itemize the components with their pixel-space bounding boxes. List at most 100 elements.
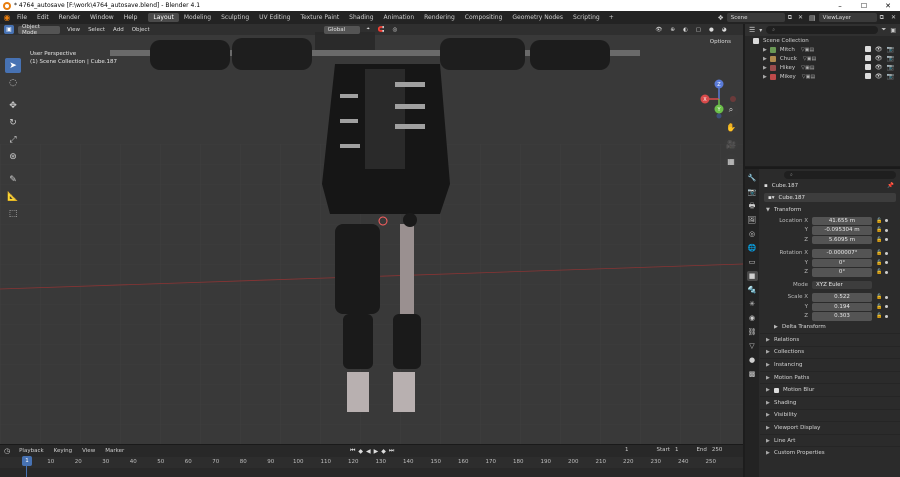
tab-shading[interactable]: Shading xyxy=(344,13,378,22)
tool-tab-icon[interactable]: 🔧 xyxy=(747,173,758,183)
panel-header-visibility[interactable]: ▶ Visibility xyxy=(760,408,900,422)
menu-help[interactable]: Help xyxy=(119,14,143,21)
tab-uv-editing[interactable]: UV Editing xyxy=(254,13,295,22)
rotate-tool-icon[interactable]: ↻ xyxy=(5,115,21,130)
lock-icon[interactable]: 🔓 xyxy=(876,294,882,300)
lock-icon[interactable]: 🔓 xyxy=(876,237,882,243)
maximize-button[interactable]: ☐ xyxy=(852,2,876,10)
panel-header-relations[interactable]: ▶ Relations xyxy=(760,333,900,346)
prev-key-icon[interactable]: ◆ xyxy=(358,448,363,455)
texture-tab-icon[interactable]: ▩ xyxy=(747,369,758,379)
timeline-menu-keying[interactable]: Keying xyxy=(49,448,77,454)
panel-header-line-art[interactable]: ▶ Line Art xyxy=(760,433,900,447)
minimize-button[interactable]: – xyxy=(828,2,852,10)
world-tab-icon[interactable]: 🌐 xyxy=(747,243,758,253)
playhead[interactable]: 1 xyxy=(22,456,32,466)
outliner-editor-icon[interactable]: ☰ xyxy=(749,26,755,34)
eye-icon[interactable]: 👁 xyxy=(875,73,883,80)
end-field[interactable]: 250 xyxy=(712,447,723,453)
lock-icon[interactable]: 🔓 xyxy=(876,250,882,256)
move-tool-icon[interactable]: ✥ xyxy=(5,98,21,113)
view-layer-remove-icon[interactable]: ✕ xyxy=(891,14,896,21)
tab-rendering[interactable]: Rendering xyxy=(419,13,460,22)
data-tab-icon[interactable]: ▽ xyxy=(747,341,758,351)
options-button[interactable]: Options xyxy=(710,39,731,45)
scale-y-field[interactable]: 0.194 xyxy=(812,302,872,311)
new-collection-icon[interactable]: ▣ xyxy=(890,27,896,34)
tab-texture-paint[interactable]: Texture Paint xyxy=(295,13,344,22)
zoom-view-icon[interactable]: ⌕ xyxy=(724,103,738,117)
keyframe-dot[interactable] xyxy=(885,305,889,309)
scene-collection-row[interactable]: Scene Collection xyxy=(745,36,900,45)
exclude-checkbox[interactable] xyxy=(864,55,871,61)
transform-panel-header[interactable]: ▼ Transform xyxy=(760,204,900,216)
delta-transform-header[interactable]: ▶ Delta Transform xyxy=(760,321,900,333)
add-cube-tool-icon[interactable]: ⬚ xyxy=(5,206,21,221)
render-tab-icon[interactable]: 📷 xyxy=(747,187,758,197)
orientation-dropdown[interactable]: Global xyxy=(323,25,360,34)
rotation-mode-dropdown[interactable]: XYZ Euler xyxy=(812,280,872,289)
expand-arrow-icon[interactable]: ▶ xyxy=(763,56,767,62)
physics-tab-icon[interactable]: ◉ xyxy=(747,313,758,323)
display-mode-icon[interactable]: ▾ xyxy=(759,27,762,34)
expand-arrow-icon[interactable]: ▶ xyxy=(763,65,767,71)
snap-icon[interactable]: 🧲 xyxy=(374,27,389,33)
properties-search-input[interactable]: ⌕ xyxy=(784,170,896,179)
collection-tab-icon[interactable]: ▭ xyxy=(747,257,758,267)
location-x-field[interactable]: 41.655 m xyxy=(812,216,872,225)
viewport-menu-view[interactable]: View xyxy=(63,27,84,33)
visibility-icon[interactable]: 👁 xyxy=(651,27,666,33)
menu-edit[interactable]: Edit xyxy=(32,14,54,21)
motion-blur-checkbox[interactable] xyxy=(774,387,779,393)
current-frame-field[interactable]: 1 xyxy=(625,447,629,453)
keyframe-dot[interactable] xyxy=(885,295,889,299)
select-tool-icon[interactable]: ➤ xyxy=(5,58,21,73)
eye-icon[interactable]: 👁 xyxy=(875,55,883,62)
jump-start-icon[interactable]: ⏮ xyxy=(350,447,355,455)
scale-tool-icon[interactable]: ⤢ xyxy=(5,132,21,147)
tab-layout[interactable]: Layout xyxy=(148,13,179,22)
view-layer-tab-icon[interactable]: 🖼 xyxy=(747,215,758,225)
tab-scripting[interactable]: Scripting xyxy=(568,13,605,22)
keyframe-dot[interactable] xyxy=(885,251,889,255)
jump-end-icon[interactable]: ⏭ xyxy=(389,447,394,455)
pin-icon[interactable]: 📌 xyxy=(887,183,894,189)
lock-icon[interactable]: 🔓 xyxy=(876,260,882,266)
measure-tool-icon[interactable]: 📐 xyxy=(5,189,21,204)
timeline-menu-view[interactable]: View xyxy=(77,448,100,454)
timeline-menu-playback[interactable]: Playback xyxy=(14,448,49,454)
select-box-icon[interactable]: ▣ xyxy=(4,25,14,34)
menu-render[interactable]: Render xyxy=(54,14,85,21)
keyframe-dot[interactable] xyxy=(885,314,889,318)
pivot-icon[interactable]: ⌖ xyxy=(363,26,374,33)
rotation-y-field[interactable]: 0° xyxy=(812,258,872,267)
scene-browse-icon[interactable]: ⧉ xyxy=(788,14,792,22)
location-y-field[interactable]: -0.095304 m xyxy=(812,226,872,235)
editor-type-icon[interactable]: ◷ xyxy=(4,447,10,455)
rotation-x-field[interactable]: -0.000007° xyxy=(812,249,872,258)
transform-tool-icon[interactable]: ⊛ xyxy=(5,149,21,164)
viewport-menu-add[interactable]: Add xyxy=(109,27,128,33)
start-field[interactable]: 1 xyxy=(675,447,679,453)
menu-file[interactable]: File xyxy=(12,14,32,21)
scene-field[interactable]: Scene xyxy=(726,13,785,22)
panel-header-instancing[interactable]: ▶ Instancing xyxy=(760,358,900,371)
pan-view-icon[interactable]: ✋ xyxy=(724,120,738,134)
blender-menu-icon[interactable]: ◉ xyxy=(2,13,12,23)
panel-header-custom-properties[interactable]: ▶ Custom Properties xyxy=(760,446,900,459)
menu-window[interactable]: Window xyxy=(85,14,119,21)
object-tab-icon[interactable]: ■ xyxy=(746,271,758,281)
panel-header-shading[interactable]: ▶ Shading xyxy=(760,395,900,409)
scale-z-field[interactable]: 0.303 xyxy=(812,312,872,321)
camera-icon[interactable]: 📷 xyxy=(887,46,894,53)
lock-icon[interactable]: 🔓 xyxy=(876,313,882,319)
3d-viewport[interactable]: ▣ Object Mode View Select Add Object Glo… xyxy=(0,24,743,444)
tab-geometry-nodes[interactable]: Geometry Nodes xyxy=(507,13,568,22)
tab-compositing[interactable]: Compositing xyxy=(460,13,508,22)
shading-material-icon[interactable]: ◕ xyxy=(718,27,731,33)
tab-sculpting[interactable]: Sculpting xyxy=(216,13,254,22)
panel-header-viewport-display[interactable]: ▶ Viewport Display xyxy=(760,421,900,434)
xray-toggle-icon[interactable]: ▢ xyxy=(692,27,705,33)
gizmo-toggle-icon[interactable]: ⊕ xyxy=(666,27,679,33)
ortho-toggle-icon[interactable]: ▦ xyxy=(724,154,738,168)
